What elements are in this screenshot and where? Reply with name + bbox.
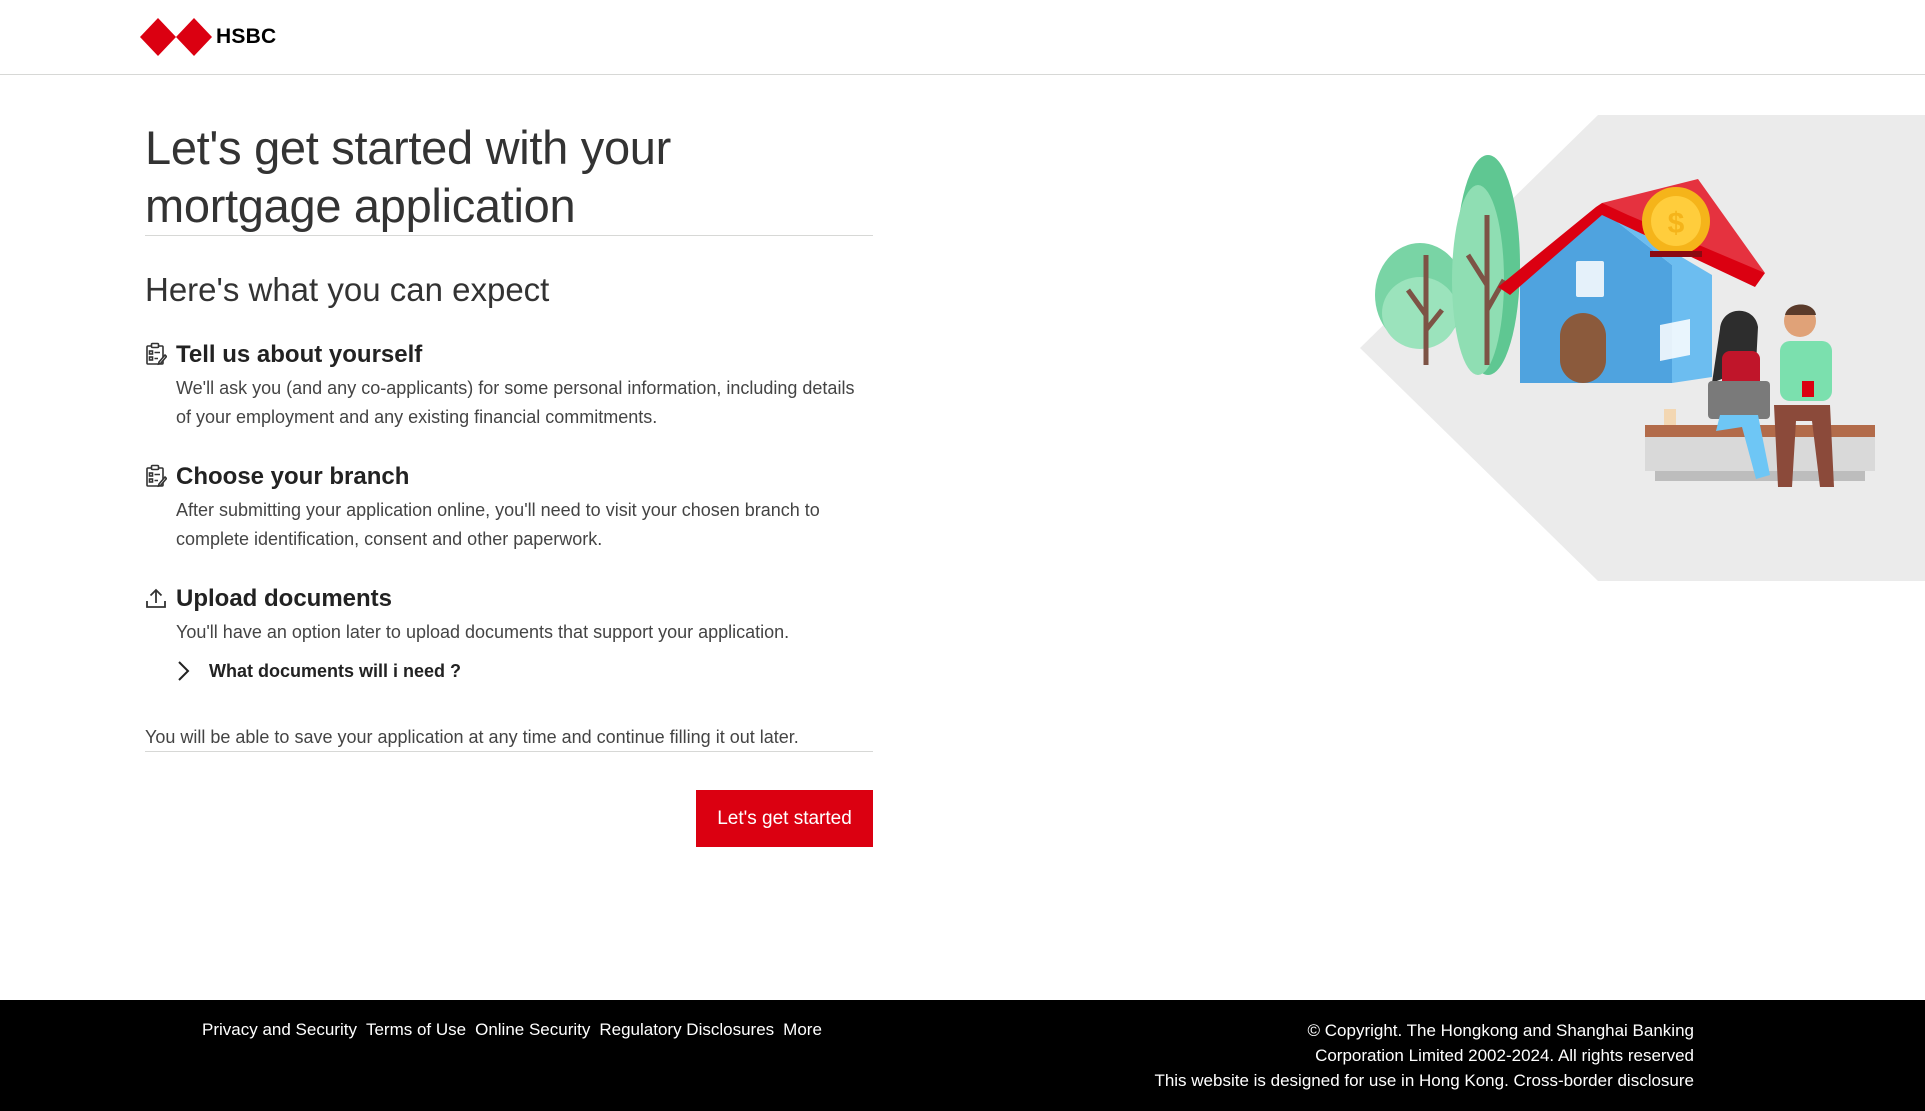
footer-link-more[interactable]: More (783, 1020, 822, 1040)
documents-needed-expander[interactable]: What documents will i need ? (176, 659, 873, 683)
expander-label: What documents will i need ? (209, 660, 462, 681)
copyright-line-1: © Copyright. The Hongkong and Shanghai B… (1307, 1021, 1694, 1040)
footer-link-online-security[interactable]: Online Security (475, 1020, 590, 1040)
step-title: Upload documents (176, 585, 393, 612)
upload-icon (145, 586, 167, 610)
clipboard-checklist-icon (145, 464, 167, 488)
svg-text:$: $ (1668, 207, 1685, 240)
step-about-yourself: Tell us about yourself We'll ask you (an… (145, 340, 873, 432)
footer-link-regulatory[interactable]: Regulatory Disclosures (599, 1020, 774, 1040)
hk-notice: This website is designed for use in Hong… (1154, 1071, 1509, 1090)
footer-legal: © Copyright. The Hongkong and Shanghai B… (1154, 1018, 1694, 1093)
site-footer: Privacy and Security Terms of Use Online… (0, 1000, 1925, 1111)
main-content: Let's get started with your mortgage app… (145, 75, 873, 847)
brand-name: HSBC (216, 25, 277, 48)
page-title: Let's get started with your mortgage app… (145, 121, 671, 232)
step-title: Choose your branch (176, 463, 410, 490)
step-title: Tell us about yourself (176, 341, 423, 368)
chevron-right-icon (176, 659, 198, 683)
step-upload-documents: Upload documents You'll have an option l… (145, 584, 873, 647)
step-description: We'll ask you (and any co-applicants) fo… (176, 378, 855, 427)
step-description: You'll have an option later to upload do… (176, 622, 790, 642)
hsbc-logo[interactable]: HSBC (140, 17, 276, 57)
mortgage-illustration: $ (1360, 115, 1925, 581)
hk-notice-line: This website is designed for use in Hong… (1154, 1068, 1694, 1093)
step-choose-branch: Choose your branch After submitting your… (145, 462, 873, 554)
cta-row: Let's get started (145, 790, 873, 847)
copyright-line-2: Corporation Limited 2002-2024. All right… (1315, 1046, 1694, 1065)
footer-links: Privacy and Security Terms of Use Online… (202, 1020, 831, 1040)
footer-link-terms[interactable]: Terms of Use (366, 1020, 466, 1040)
get-started-button[interactable]: Let's get started (696, 790, 873, 847)
cross-border-link[interactable]: Cross-border disclosure (1514, 1071, 1694, 1090)
footer-link-privacy[interactable]: Privacy and Security (202, 1020, 357, 1040)
save-note: You will be able to save your applicatio… (145, 727, 799, 747)
bottom-divider (145, 751, 873, 752)
step-description: After submitting your application online… (176, 500, 820, 549)
title-divider (145, 235, 873, 236)
hsbc-hexagon-icon (140, 18, 212, 56)
section-title: Here's what you can expect (145, 271, 550, 308)
site-header: HSBC (0, 0, 1925, 75)
clipboard-checklist-icon (145, 342, 167, 366)
